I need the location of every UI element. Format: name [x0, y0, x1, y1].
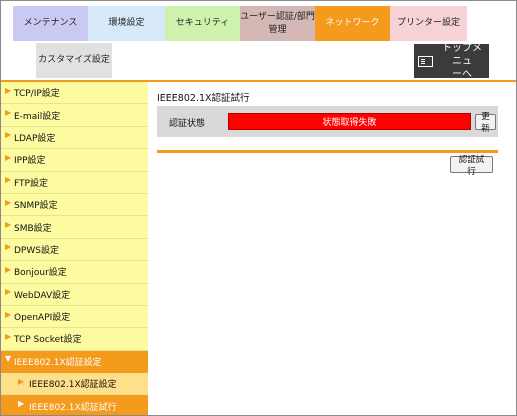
- sidebar-item-tcpip[interactable]: ▶ TCP/IP設定: [1, 82, 148, 105]
- top-menu-button[interactable]: トップメニュ ーへ: [414, 42, 489, 80]
- arrow-right-icon: ▶: [18, 399, 25, 409]
- tab-security-label: セキュリティ: [175, 18, 230, 28]
- sidebar-item-webdav[interactable]: ▶ WebDAV設定: [1, 284, 148, 306]
- arrow-right-icon: ▶: [5, 287, 12, 297]
- arrow-right-icon: ▶: [5, 175, 12, 185]
- status-label: 認証状態: [169, 119, 206, 129]
- arrow-right-icon: ▶: [5, 85, 12, 95]
- tab-security[interactable]: セキュリティ: [165, 6, 240, 41]
- arrow-right-icon: ▶: [18, 376, 25, 386]
- tab-printer[interactable]: プリンター設定: [390, 6, 467, 41]
- tab-network[interactable]: ネットワーク: [315, 6, 390, 41]
- sidebar-item-label: WebDAV設定: [14, 290, 71, 301]
- tab-network-label: ネットワーク: [325, 18, 380, 28]
- sidebar-item-tcp-socket[interactable]: ▶ TCP Socket設定: [1, 328, 148, 351]
- arrow-down-icon: ▼: [5, 354, 12, 364]
- sidebar: ▶ TCP/IP設定 ▶ E-mail設定 ▶ LDAP設定 ▶ IPP設定 ▶ FTP設…: [1, 82, 148, 415]
- sidebar-item-dpws[interactable]: ▶ DPWS設定: [1, 239, 148, 262]
- sidebar-item-smb[interactable]: ▶ SMB設定: [1, 216, 148, 239]
- tab-user-auth-label-line1: ユーザー認証/部門: [240, 11, 315, 22]
- tab-customize-label: カスタマイズ設定: [38, 55, 110, 65]
- arrow-right-icon: ▶: [5, 197, 12, 207]
- page-title: IEEE802.1X認証試行: [157, 93, 250, 104]
- arrow-right-icon: ▶: [5, 130, 12, 140]
- arrow-right-icon: ▶: [5, 220, 12, 230]
- tab-user-auth-label-line2: 管理: [268, 24, 287, 35]
- top-menu-label-line2: ーへ: [452, 68, 472, 80]
- page-frame: メンテナンス 環境設定 セキュリティ ユーザー認証/部門 管理 ネットワーク プ…: [0, 0, 517, 416]
- sidebar-item-label: TCP Socket設定: [14, 335, 82, 346]
- refresh-button[interactable]: 更新: [475, 112, 496, 134]
- sidebar-item-ftp[interactable]: ▶ FTP設定: [1, 172, 148, 194]
- test-authentication-button[interactable]: 認証試行: [450, 155, 493, 177]
- tab-user-auth[interactable]: ユーザー認証/部門 管理: [240, 6, 315, 41]
- sidebar-subitem-ieee8021x-settings[interactable]: ▶ IEEE802.1X認証設定: [1, 373, 148, 396]
- sidebar-subitem-ieee8021x-test[interactable]: ▶ IEEE802.1X認証試行: [1, 395, 148, 415]
- top-menu-label-line1: トップメニュ: [442, 42, 482, 67]
- sidebar-item-bonjour[interactable]: ▶ Bonjour設定: [1, 261, 148, 284]
- sidebar-item-snmp[interactable]: ▶ SNMP設定: [1, 194, 148, 217]
- arrow-right-icon: ▶: [5, 309, 12, 319]
- arrow-right-icon: ▶: [5, 152, 12, 162]
- arrow-right-icon: ▶: [5, 242, 12, 252]
- sidebar-item-email[interactable]: ▶ E-mail設定: [1, 104, 148, 127]
- arrow-right-icon: ▶: [5, 108, 12, 118]
- status-panel: 認証状態 状態取得失敗 更新: [157, 106, 498, 137]
- sidebar-item-label: OpenAPI設定: [14, 313, 71, 324]
- menu-list-icon: [418, 55, 433, 67]
- arrow-right-icon: ▶: [5, 264, 12, 274]
- content-divider: [157, 150, 498, 153]
- tab-customize[interactable]: カスタマイズ設定: [36, 43, 112, 78]
- status-value: 状態取得失敗: [228, 113, 471, 130]
- sidebar-item-label: IEEE802.1X認証設定: [14, 357, 102, 368]
- sidebar-item-ieee8021x[interactable]: ▼ IEEE802.1X認証設定: [1, 350, 148, 374]
- arrow-right-icon: ▶: [5, 331, 12, 341]
- tab-maintenance[interactable]: メンテナンス: [13, 6, 88, 41]
- sidebar-item-ldap[interactable]: ▶ LDAP設定: [1, 127, 148, 150]
- sidebar-item-openapi[interactable]: ▶ OpenAPI設定: [1, 306, 148, 329]
- tab-environment-label: 環境設定: [108, 18, 145, 28]
- tab-maintenance-label: メンテナンス: [23, 18, 78, 28]
- tab-printer-label: プリンター設定: [396, 18, 460, 28]
- tab-environment[interactable]: 環境設定: [88, 6, 165, 41]
- sidebar-item-ipp[interactable]: ▶ IPP設定: [1, 149, 148, 172]
